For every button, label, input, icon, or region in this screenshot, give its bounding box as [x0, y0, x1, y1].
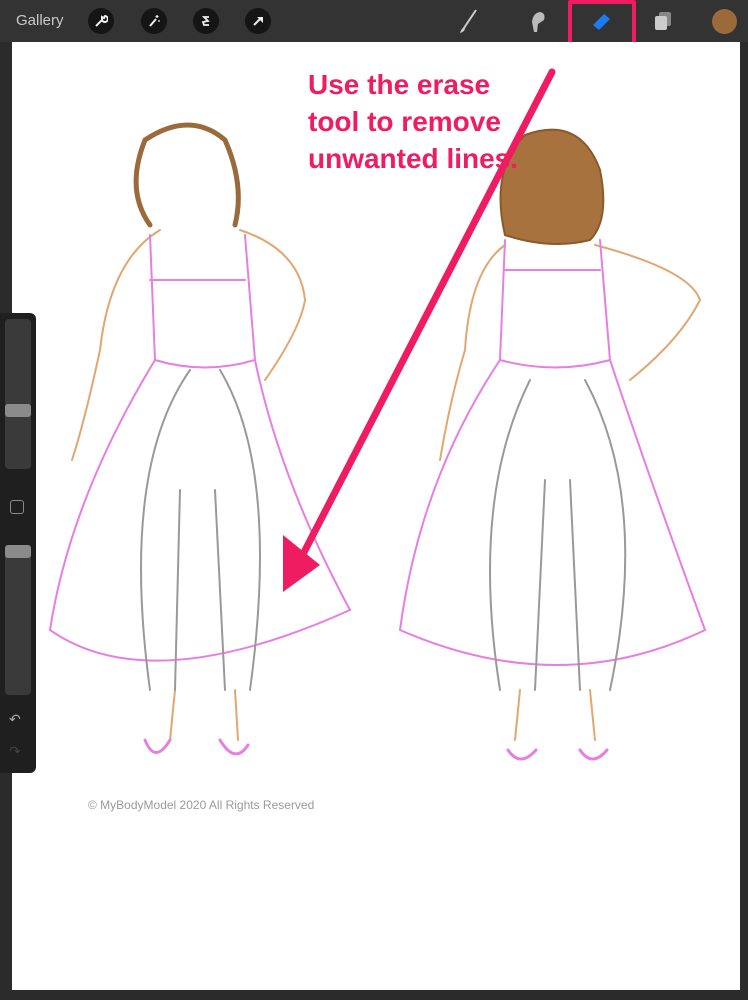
brush-size-slider[interactable] [5, 319, 31, 469]
front-shoes [143, 738, 250, 756]
back-shoes [506, 748, 609, 761]
side-toolbar: ↶ ↷ [0, 313, 36, 773]
brush-size-thumb[interactable] [5, 404, 31, 417]
modify-button[interactable] [10, 500, 24, 514]
copyright-text: © MyBodyModel 2020 All Rights Reserved [88, 798, 315, 812]
front-body-outline [71, 229, 307, 741]
opacity-slider[interactable] [5, 545, 31, 695]
undo-icon[interactable]: ↶ [9, 711, 21, 728]
front-legs [140, 369, 261, 691]
annotation-text: Use the erase tool to remove unwanted li… [308, 69, 519, 174]
front-hair [133, 122, 241, 228]
annotation-arrowhead [283, 535, 320, 592]
back-legs [489, 379, 627, 691]
opacity-thumb[interactable] [5, 545, 31, 558]
redo-icon[interactable]: ↷ [9, 743, 21, 760]
back-dress [398, 239, 707, 666]
